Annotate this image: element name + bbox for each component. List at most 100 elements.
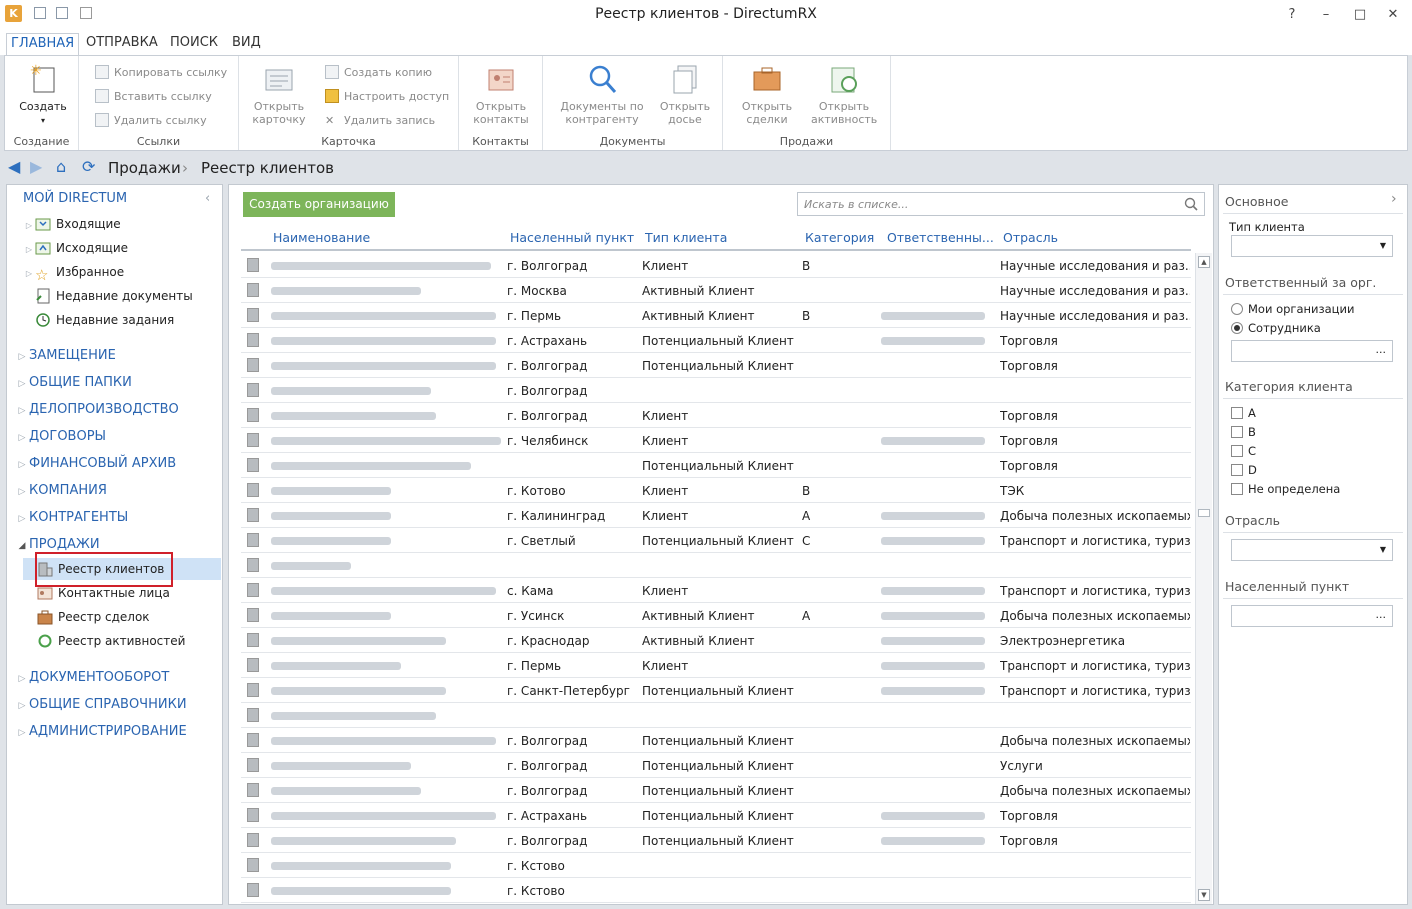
column-header-client-type[interactable]: Тип клиента	[645, 230, 727, 245]
access-button[interactable]: Настроить доступ	[325, 88, 449, 106]
nav-item-recent-tasks[interactable]: Недавние задания	[23, 309, 174, 331]
column-header-name[interactable]: Наименование	[273, 230, 370, 245]
checkbox-category-c[interactable]: С	[1231, 444, 1256, 458]
cell-industry: Торговля	[1000, 434, 1058, 448]
table-row[interactable]: г. Кстово	[241, 853, 1191, 878]
back-arrow-icon[interactable]: ◀	[8, 159, 20, 175]
open-deals-button[interactable]: Открыть сделки	[735, 62, 799, 126]
table-row[interactable]: г. Астрахань Потенциальный Клиент Торговля	[241, 803, 1191, 828]
table-row[interactable]: г. Волгоград Потенциальный Клиент Торговля	[241, 353, 1191, 378]
nav-section-substitution[interactable]: ▷ ЗАМЕЩЕНИЕ	[15, 348, 116, 363]
create-copy-button[interactable]: Создать копию	[325, 64, 432, 82]
table-row[interactable]: г. Пермь Клиент Транспорт и логистика, тур…	[241, 653, 1191, 678]
open-activity-button[interactable]: Открыть активность	[809, 62, 879, 126]
table-row[interactable]: г. Волгоград Потенциальный Клиент Торговля	[241, 828, 1191, 853]
table-row[interactable]: г. Санкт-Петербург Потенциальный Клиент Тр…	[241, 678, 1191, 703]
close-button[interactable]: ✕	[1383, 5, 1403, 25]
nav-item-activity-registry[interactable]: Реестр активностей	[37, 630, 185, 652]
create-button[interactable]: ✳ Создать ▾	[13, 62, 73, 127]
refresh-icon[interactable]: ⟳	[82, 159, 95, 175]
city-picker[interactable]: ...	[1231, 605, 1393, 627]
nav-section-administration[interactable]: ▷ АДМИНИСТРИРОВАНИЕ	[15, 724, 187, 739]
nav-section-my-directum[interactable]: МОЙ DIRECTUM	[9, 191, 127, 206]
tab-send[interactable]: ОТПРАВКА	[86, 33, 158, 55]
scroll-up-icon[interactable]: ▲	[1198, 256, 1210, 268]
checkbox-category-b[interactable]: В	[1231, 425, 1256, 439]
nav-item-outbox[interactable]: ▷ Исходящие	[23, 237, 128, 259]
nav-section-sales[interactable]: ◢ ПРОДАЖИ	[15, 537, 100, 552]
nav-section-document-flow[interactable]: ▷ ДОКУМЕНТООБОРОТ	[15, 670, 170, 685]
nav-section-records[interactable]: ▷ ДЕЛОПРОИЗВОДСТВО	[15, 402, 179, 417]
copy-link-button[interactable]: Копировать ссылку	[95, 64, 227, 82]
help-button[interactable]: ?	[1282, 5, 1302, 25]
nav-section-financial-archive[interactable]: ▷ ФИНАНСОВЫЙ АРХИВ	[15, 456, 177, 471]
client-type-select[interactable]: ▼	[1231, 235, 1393, 257]
paste-link-button[interactable]: Вставить ссылку	[95, 88, 212, 106]
nav-section-counterparties[interactable]: ▷ КОНТРАГЕНТЫ	[15, 510, 129, 525]
radio-my-organizations[interactable]: Мои организации	[1231, 302, 1354, 316]
table-row[interactable]: г. Волгоград Потенциальный Клиент Добыча п…	[241, 778, 1191, 803]
tab-search[interactable]: ПОИСК	[170, 33, 218, 55]
table-row[interactable]: г. Астрахань Потенциальный Клиент Торговля	[241, 328, 1191, 353]
create-organization-button[interactable]: Создать организацию	[243, 192, 395, 217]
table-row[interactable]	[241, 703, 1191, 728]
table-row[interactable]: г. Кстово	[241, 878, 1191, 903]
checkbox-category-d[interactable]: D	[1231, 463, 1257, 477]
table-row[interactable]: г. Москва Активный Клиент Научные исследов…	[241, 278, 1191, 303]
scroll-down-icon[interactable]: ▼	[1198, 889, 1210, 901]
nav-item-recent-documents[interactable]: Недавние документы	[23, 285, 193, 307]
home-icon[interactable]: ⌂	[56, 159, 66, 175]
checkbox-category-undefined[interactable]: Не определена	[1231, 482, 1340, 496]
scrollbar-thumb[interactable]	[1198, 509, 1210, 517]
column-header-city[interactable]: Населенный пункт	[510, 230, 634, 245]
table-row[interactable]: г. Калининград Клиент А Добыча полезных иск…	[241, 503, 1191, 528]
open-dossier-button[interactable]: Открыть досье	[655, 62, 715, 126]
table-row[interactable]: г. Краснодар Активный Клиент Электроэнерге…	[241, 628, 1191, 653]
tab-view[interactable]: ВИД	[232, 33, 261, 55]
nav-section-shared-folders[interactable]: ▷ ОБЩИЕ ПАПКИ	[15, 375, 132, 390]
table-row[interactable]: с. Кама Клиент Транспорт и логистика, тури…	[241, 578, 1191, 603]
breadcrumb-sales[interactable]: Продажи	[108, 159, 181, 177]
table-row[interactable]: г. Волгоград Потенциальный Клиент Услуги	[241, 753, 1191, 778]
column-header-category[interactable]: Категория	[805, 230, 874, 245]
nav-item-favorites[interactable]: ▷ ☆ Избранное	[23, 261, 124, 283]
ellipsis-icon[interactable]: ...	[1376, 608, 1387, 621]
table-row[interactable]: г. Волгоград Клиент Торговля	[241, 403, 1191, 428]
nav-section-contracts[interactable]: ▷ ДОГОВОРЫ	[15, 429, 106, 444]
nav-section-common-references[interactable]: ▷ ОБЩИЕ СПРАВОЧНИКИ	[15, 697, 187, 712]
nav-item-deal-registry[interactable]: Реестр сделок	[37, 606, 150, 628]
maximize-button[interactable]: □	[1350, 5, 1370, 25]
table-row[interactable]: г. Волгоград Клиент В Научные исследования …	[241, 253, 1191, 278]
table-row[interactable]: г. Усинск Активный Клиент А Добыча полезных…	[241, 603, 1191, 628]
table-row[interactable]: Потенциальный Клиент Торговля	[241, 453, 1191, 478]
radio-employee[interactable]: Сотрудника	[1231, 321, 1321, 335]
vertical-scrollbar[interactable]: ▲ ▼	[1195, 253, 1212, 904]
forward-arrow-icon[interactable]: ▶	[30, 159, 42, 175]
table-row[interactable]	[241, 553, 1191, 578]
minimize-button[interactable]: –	[1316, 5, 1336, 25]
open-contacts-button[interactable]: Открыть контакты	[471, 62, 531, 126]
search-icon[interactable]	[1184, 197, 1198, 211]
tab-home[interactable]: ГЛАВНАЯ	[6, 33, 80, 55]
checkbox-category-a[interactable]: А	[1231, 406, 1256, 420]
collapse-panel-icon[interactable]: ‹	[205, 191, 210, 206]
list-search-input[interactable]: Искать в списке...	[797, 192, 1205, 216]
table-row[interactable]: г. Волгоград	[241, 378, 1191, 403]
table-row[interactable]: г. Пермь Активный Клиент В Научные исследов…	[241, 303, 1191, 328]
delete-record-button[interactable]: ✕ Удалить запись	[325, 112, 435, 130]
table-row[interactable]: г. Волгоград Потенциальный Клиент Добыча п…	[241, 728, 1191, 753]
column-header-responsible[interactable]: Ответственны...	[887, 230, 994, 245]
ellipsis-icon[interactable]: ...	[1376, 343, 1387, 356]
table-row[interactable]: г. Челябинск Клиент Торговля	[241, 428, 1191, 453]
table-row[interactable]: г. Котово Клиент В ТЭК	[241, 478, 1191, 503]
industry-select[interactable]: ▼	[1231, 539, 1393, 561]
delete-link-button[interactable]: Удалить ссылку	[95, 112, 207, 130]
nav-item-inbox[interactable]: ▷ Входящие	[23, 213, 121, 235]
table-row[interactable]: г. Светлый Потенциальный Клиент С Транспорт…	[241, 528, 1191, 553]
employee-picker[interactable]: ...	[1231, 340, 1393, 362]
chevron-right-icon[interactable]: ›	[1391, 191, 1397, 207]
docs-by-counterparty-button[interactable]: Документы по контрагенту	[557, 62, 647, 126]
column-header-industry[interactable]: Отрасль	[1003, 230, 1058, 245]
nav-section-company[interactable]: ▷ КОМПАНИЯ	[15, 483, 107, 498]
open-card-button[interactable]: Открыть карточку	[249, 62, 309, 126]
